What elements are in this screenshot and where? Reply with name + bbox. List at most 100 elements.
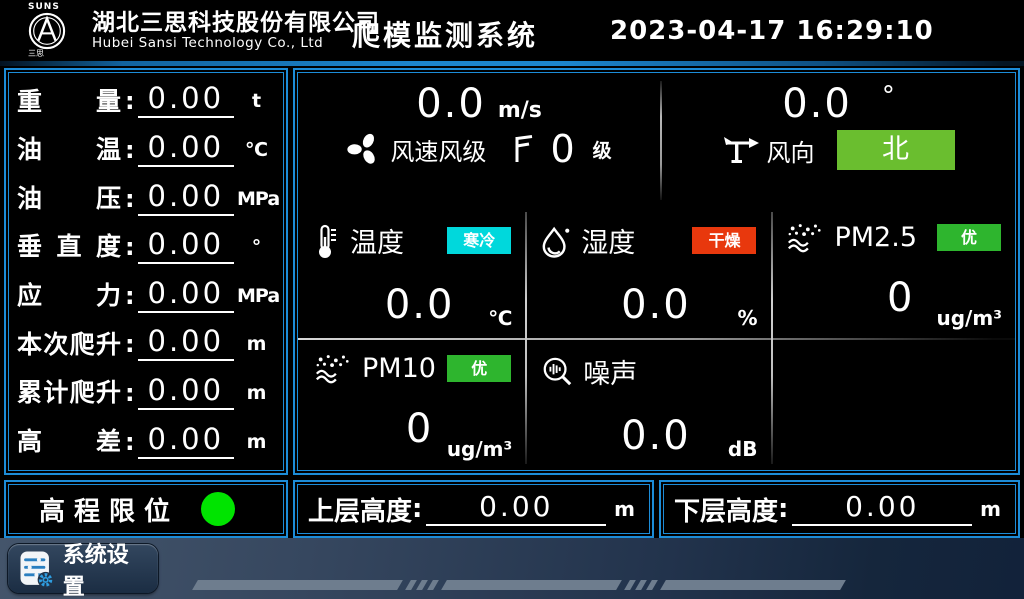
colon: : xyxy=(125,185,135,213)
tile-empty xyxy=(770,339,1014,470)
left-column: 重 量 : 0.00 t 油 温 : 0.00 ℃ 油 压 : 0.00 MPa xyxy=(4,68,288,538)
footer-stripe-slash xyxy=(624,580,636,590)
colon: : xyxy=(125,87,135,115)
company-logo: SUNS 三思 xyxy=(28,3,88,58)
tile-pm10: PM10 优 0 ug/m³ xyxy=(298,339,525,470)
wind-speed-unit: m/s xyxy=(498,98,542,123)
tile-temperature: 温度 寒冷 0.0 ℃ xyxy=(298,208,525,339)
wind-direction-display: 0.0 ° xyxy=(662,82,1015,126)
footer-stripe-slash xyxy=(635,580,647,590)
tile-unit: dB xyxy=(728,437,758,461)
measure-row-oil-pressure: 油 压 : 0.00 MPa xyxy=(17,182,275,216)
measure-value: 0.00 xyxy=(138,182,234,216)
level-heights-row: 上层高度: 0.00 m 下层高度: 0.00 m xyxy=(293,480,1020,538)
measure-row-height-diff: 高 差 : 0.00 m xyxy=(17,425,275,459)
colon: : xyxy=(778,494,788,524)
system-settings-label: 系统设置 xyxy=(63,537,148,599)
measure-unit: ° xyxy=(237,236,275,258)
measure-label: 重 量 xyxy=(17,88,121,116)
colon: : xyxy=(125,330,135,358)
thermometer-icon xyxy=(314,223,340,259)
system-settings-button[interactable]: 系统设置 xyxy=(8,544,158,593)
colon: : xyxy=(412,494,422,524)
measure-label: 油 压 xyxy=(17,185,121,213)
logo-sansi-text: 三思 xyxy=(28,50,44,58)
measure-label: 应 力 xyxy=(17,282,121,310)
wind-speed-display: 0.0 m/s xyxy=(298,82,660,126)
tile-name: 噪声 xyxy=(583,352,637,391)
footer-stripe-slash xyxy=(646,580,658,590)
tile-noise: 噪声 0.0 dB xyxy=(525,339,770,470)
measure-unit: m xyxy=(237,382,275,404)
grid-divider-vertical-1 xyxy=(525,212,527,464)
header: SUNS 三思 湖北三思科技股份有限公司 Hubei Sansi Technol… xyxy=(0,0,1024,61)
colon: : xyxy=(125,428,135,456)
pm10-status-badge: 优 xyxy=(447,355,511,382)
tile-unit: ℃ xyxy=(488,306,512,330)
tile-name: PM10 xyxy=(362,353,436,384)
wind-grade-value: 0 xyxy=(550,130,574,168)
grid-divider-vertical-2 xyxy=(771,212,773,464)
wind-direction-value: 0.0 xyxy=(782,81,852,127)
company-name-en: Hubei Sansi Technology Co., Ltd xyxy=(92,36,380,52)
measure-unit: MPa xyxy=(237,188,275,210)
tile-unit: ug/m³ xyxy=(447,437,512,461)
upper-level-unit: m xyxy=(614,497,635,521)
wind-section: 0.0 m/s 风速风级 xyxy=(298,73,1015,208)
footer-stripe xyxy=(441,580,622,590)
tile-unit: % xyxy=(737,306,757,330)
upper-level-label: 上层高度 xyxy=(308,491,412,528)
wind-direction-label: 风向 xyxy=(767,133,815,168)
colon: : xyxy=(125,379,135,407)
elevation-limit-panel: 高程限位 xyxy=(4,480,288,538)
lower-level-unit: m xyxy=(980,497,1001,521)
elevation-limit-status-light xyxy=(201,492,235,526)
wind-grade-flag-icon xyxy=(512,134,534,164)
droplet-icon xyxy=(541,224,571,258)
wind-direction-unit: ° xyxy=(882,81,895,111)
measure-label: 累计爬升 xyxy=(17,379,121,407)
page-title: 爬模监测系统 xyxy=(352,14,538,54)
measure-value: 0.00 xyxy=(138,279,234,313)
measure-unit: MPa xyxy=(237,285,275,307)
lower-level-panel: 下层高度: 0.00 m xyxy=(659,480,1020,538)
humidity-status-badge: 干燥 xyxy=(692,227,756,254)
wind-vane-icon xyxy=(723,134,759,166)
wind-speed-label: 风速风级 xyxy=(390,132,486,167)
main-content: 重 量 : 0.00 t 油 温 : 0.00 ℃ 油 压 : 0.00 MPa xyxy=(0,66,1024,538)
temperature-status-badge: 寒冷 xyxy=(447,227,511,254)
measure-label: 高 差 xyxy=(17,428,121,456)
tile-name: 湿度 xyxy=(581,221,635,260)
dust-icon xyxy=(314,352,352,384)
datetime-display: 2023-04-17 16:29:10 xyxy=(610,16,934,46)
dust-icon xyxy=(786,221,824,253)
measure-value: 0.00 xyxy=(138,327,234,361)
measure-label: 垂直度 xyxy=(17,233,121,261)
right-column: 0.0 m/s 风速风级 xyxy=(293,68,1020,538)
logo-suns-text: SUNS xyxy=(28,3,60,12)
measure-row-weight: 重 量 : 0.00 t xyxy=(17,84,275,118)
measure-unit: t xyxy=(237,90,275,112)
upper-level-value: 0.00 xyxy=(426,493,606,526)
measure-label: 本次爬升 xyxy=(17,331,121,359)
footer-bar: 系统设置 xyxy=(0,538,1024,599)
wind-direction-badge: 北 xyxy=(837,130,955,170)
grid-divider-horizontal xyxy=(298,338,1015,340)
footer-stripe xyxy=(192,580,403,590)
pm25-status-badge: 优 xyxy=(937,224,1001,251)
lower-level-value: 0.00 xyxy=(792,493,972,526)
footer-stripe-slash xyxy=(405,580,417,590)
measure-value: 0.00 xyxy=(138,84,234,118)
tile-humidity: 湿度 干燥 0.0 % xyxy=(525,208,770,339)
measure-row-total-climb: 累计爬升 : 0.00 m xyxy=(17,376,275,410)
footer-stripe xyxy=(660,580,846,590)
wind-speed-value: 0.0 xyxy=(416,81,486,127)
measure-unit: m xyxy=(237,431,275,453)
footer-stripe-slash xyxy=(416,580,428,590)
footer-stripe-slash xyxy=(427,580,439,590)
colon: : xyxy=(125,136,135,164)
lower-level-label: 下层高度 xyxy=(674,491,778,528)
sansi-logo-icon xyxy=(28,12,66,50)
environment-panel: 0.0 m/s 风速风级 xyxy=(293,68,1020,475)
tile-unit: ug/m³ xyxy=(937,306,1002,330)
